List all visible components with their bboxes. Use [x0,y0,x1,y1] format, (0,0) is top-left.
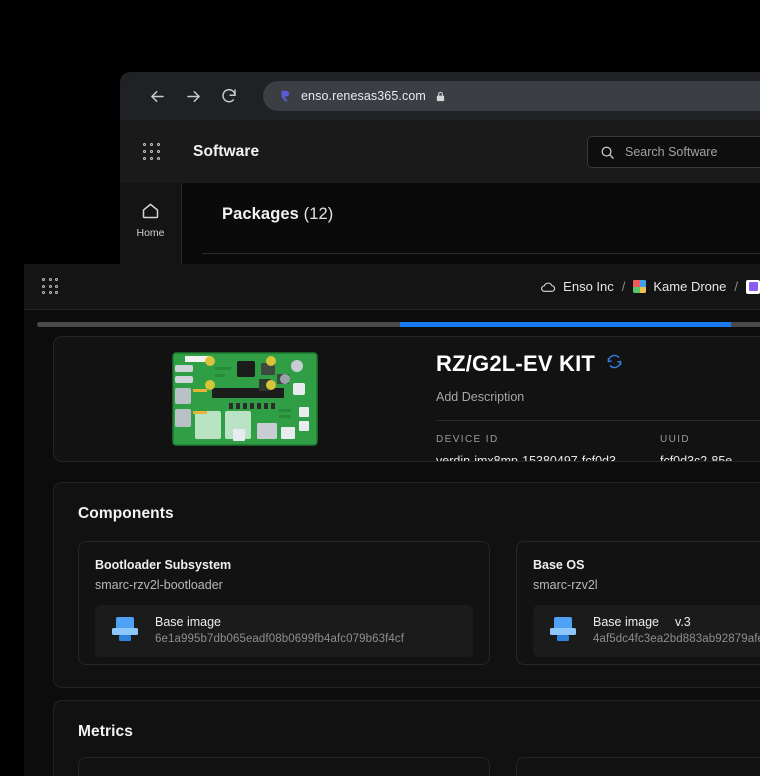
screen-root: enso.renesas365.com Software Search Soft… [0,0,760,776]
apps-grid-icon[interactable] [42,278,59,295]
component-image-meta: Base image 6e1a995b7db065eadf08b0699fb4a… [155,615,404,647]
component-subtitle: smarc-rzv2l-bootloader [95,578,473,592]
page-title-text: Packages [222,205,299,223]
search-input[interactable]: Search Software [587,136,760,168]
component-image-row[interactable]: Base image 6e1a995b7db065eadf08b0699fb4a… [95,605,473,657]
divider [436,420,760,421]
component-name: Bootloader Subsystem [95,558,473,572]
component-image-row[interactable]: Base image v.3 4af5dc4fc3ea2bd883ab92879… [533,605,760,657]
app-title: Software [193,143,259,161]
address-bar[interactable]: enso.renesas365.com [263,81,760,111]
component-image-hash: 4af5dc4fc3ea2bd883ab92879afe48cb94355 [593,633,760,645]
breadcrumb: Enso Inc / Kame Drone / [540,279,760,294]
home-icon [140,200,161,221]
sync-icon[interactable] [606,353,623,375]
device-fields: DEVICE ID verdin-imx8mp-15380497-fcf0d3 … [436,434,760,462]
field-device-id-label: DEVICE ID [436,434,616,445]
arrow-right-icon [184,87,203,106]
renesas-favicon [277,89,292,104]
component-image-meta: Base image v.3 4af5dc4fc3ea2bd883ab92879… [593,615,760,647]
sidebar-item-home-label: Home [136,227,164,239]
page-title: Packages (12) [182,183,760,224]
address-bar-url: enso.renesas365.com [301,89,426,103]
reload-icon [220,87,238,105]
divider [202,253,760,254]
browser-window: enso.renesas365.com Software Search Soft… [120,72,760,282]
components-title: Components [54,483,760,523]
apps-grid-icon[interactable] [143,143,161,161]
component-image-title-row: Base image [155,615,404,629]
overlay-topbar: Enso Inc / Kame Drone / [24,264,760,310]
device-image [54,337,436,461]
overlay-content: RZ/G2L-EV KIT Add Description DEVICE ID … [24,328,760,776]
breadcrumb-item-project[interactable]: Kame Drone [633,279,726,294]
lock-icon [435,90,446,103]
metric-card[interactable] [78,757,490,776]
sidebar-item-home[interactable]: Home [136,200,164,239]
component-subtitle: smarc-rzv2l [533,578,760,592]
color-grid-icon [633,280,646,293]
search-icon [600,145,615,160]
components-section: Components Bootloader Subsystem smarc-rz… [53,482,760,688]
scroll-progress-track[interactable] [37,322,760,327]
device-info: RZ/G2L-EV KIT Add Description DEVICE ID … [436,337,760,461]
breadcrumb-item-device[interactable] [746,280,760,294]
component-card-base-os[interactable]: Base OS smarc-rzv2l [516,541,760,665]
arrow-left-icon [148,87,167,106]
cloud-icon [540,281,556,293]
breadcrumb-separator: / [734,279,738,294]
breadcrumb-label-project: Kame Drone [653,279,726,294]
forward-button[interactable] [178,81,208,111]
browser-toolbar: enso.renesas365.com [120,72,760,120]
device-description[interactable]: Add Description [436,390,760,404]
component-image-title: Base image [155,615,221,629]
component-card-bootloader[interactable]: Bootloader Subsystem smarc-rzv2l-bootloa… [78,541,490,665]
components-grid: Bootloader Subsystem smarc-rzv2l-bootloa… [54,523,760,665]
device-title: RZ/G2L-EV KIT [436,351,595,377]
search-placeholder: Search Software [625,145,717,159]
circuit-board-photo [171,349,319,449]
metric-card[interactable] [516,757,760,776]
page-title-count: (12) [304,205,334,223]
device-detail-overlay: Enso Inc / Kame Drone / [24,264,760,776]
field-uuid-value: fcf0d3c2-85e [660,454,732,462]
package-image-icon [109,614,141,649]
reload-button[interactable] [214,81,244,111]
device-summary-card: RZ/G2L-EV KIT Add Description DEVICE ID … [53,336,760,462]
field-uuid: UUID fcf0d3c2-85e [660,434,732,462]
breadcrumb-item-org[interactable]: Enso Inc [540,279,614,294]
app-topbar: Software Search Software [120,120,760,183]
scroll-progress-fill [400,322,731,327]
metrics-title: Metrics [54,701,760,741]
package-image-icon [547,614,579,649]
back-button[interactable] [142,81,172,111]
app-shell: Software Search Software Home Packages [120,120,760,282]
field-device-id: DEVICE ID verdin-imx8mp-15380497-fcf0d3 [436,434,616,462]
device-title-row: RZ/G2L-EV KIT [436,351,760,377]
component-image-hash: 6e1a995b7db065eadf08b0699fb4afc079b63f4c… [155,633,404,645]
component-image-version: v.3 [675,615,691,629]
field-uuid-label: UUID [660,434,732,445]
component-name: Base OS [533,558,760,572]
breadcrumb-label-org: Enso Inc [563,279,614,294]
field-device-id-value: verdin-imx8mp-15380497-fcf0d3 [436,454,616,462]
metrics-section: Metrics [53,700,760,776]
component-image-title: Base image [593,615,659,629]
component-image-title-row: Base image v.3 [593,615,760,629]
purple-square-icon [746,280,760,294]
breadcrumb-separator: / [622,279,626,294]
